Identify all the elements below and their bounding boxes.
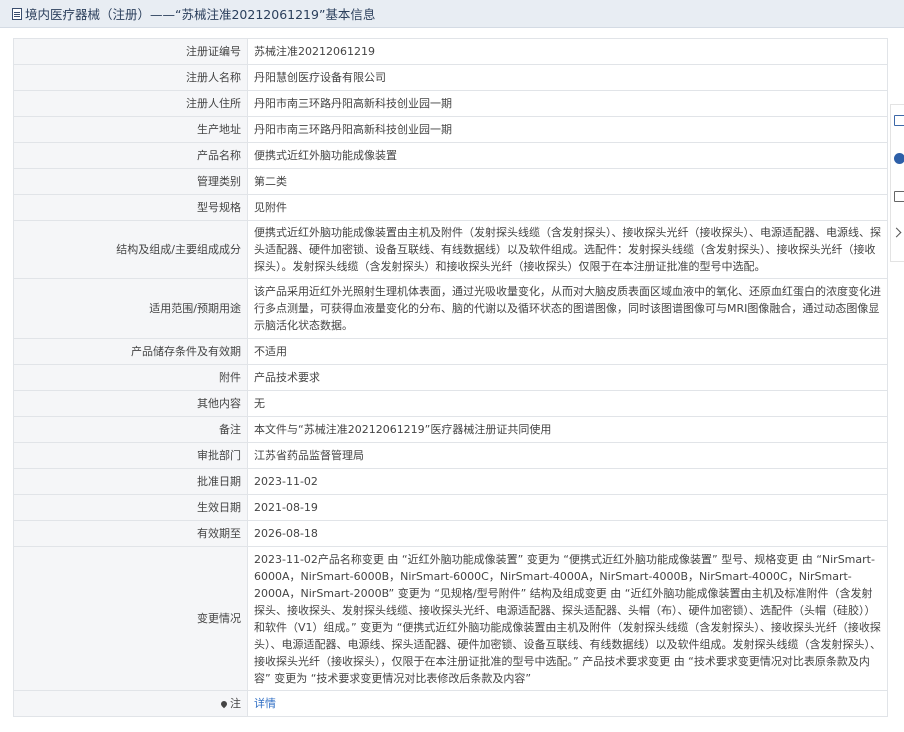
- row-label: 审批部门: [13, 442, 248, 469]
- edit-icon[interactable]: [894, 115, 904, 126]
- side-toolbar: [890, 104, 904, 262]
- row-value: 无: [247, 390, 888, 417]
- pin-icon: [219, 699, 229, 709]
- row-value: 丹阳慧创医疗设备有限公司: [247, 64, 888, 91]
- row-value: 2023-11-02产品名称变更 由 “近红外脑功能成像装置” 变更为 “便携式…: [247, 546, 888, 691]
- table-row: 注 详情: [13, 690, 888, 717]
- table-row: 其他内容 无: [13, 390, 888, 417]
- row-label: 注册人住所: [13, 90, 248, 117]
- table-row: 注册人住所 丹阳市南三环路丹阳高新科技创业园一期: [13, 90, 888, 117]
- table-row: 审批部门 江苏省药品监督管理局: [13, 442, 888, 469]
- row-value: 2021-08-19: [247, 494, 888, 521]
- table-row: 产品名称 便携式近红外脑功能成像装置: [13, 142, 888, 169]
- row-value: 便携式近红外脑功能成像装置: [247, 142, 888, 169]
- row-label: 适用范围/预期用途: [13, 278, 248, 339]
- table-row: 结构及组成/主要组成成分 便携式近红外脑功能成像装置由主机及附件（发射探头线缆（…: [13, 220, 888, 279]
- row-label: 有效期至: [13, 520, 248, 547]
- row-label: 变更情况: [13, 546, 248, 691]
- table-row: 附件 产品技术要求: [13, 364, 888, 391]
- row-label: 注册人名称: [13, 64, 248, 91]
- table-row: 生效日期 2021-08-19: [13, 494, 888, 521]
- row-label: 产品储存条件及有效期: [13, 338, 248, 365]
- row-label: 附件: [13, 364, 248, 391]
- table-row: 有效期至 2026-08-18: [13, 520, 888, 547]
- row-label: 产品名称: [13, 142, 248, 169]
- row-value: 该产品采用近红外光照射生理机体表面，通过光吸收量变化，从而对大脑皮质表面区域血液…: [247, 278, 888, 339]
- detail-table-container: 注册证编号 苏械注准20212061219 注册人名称 丹阳慧创医疗设备有限公司…: [13, 38, 888, 717]
- row-label: 结构及组成/主要组成成分: [13, 220, 248, 279]
- row-label: 其他内容: [13, 390, 248, 417]
- collapse-icon[interactable]: [891, 227, 902, 238]
- table-row: 型号规格 见附件: [13, 194, 888, 221]
- table-row: 变更情况 2023-11-02产品名称变更 由 “近红外脑功能成像装置” 变更为…: [13, 546, 888, 691]
- row-label: 批准日期: [13, 468, 248, 495]
- table-row: 批准日期 2023-11-02: [13, 468, 888, 495]
- row-value: 产品技术要求: [247, 364, 888, 391]
- document-icon: [12, 7, 22, 20]
- row-value: 2026-08-18: [247, 520, 888, 547]
- copy-icon[interactable]: [894, 191, 904, 202]
- table-row: 产品储存条件及有效期 不适用: [13, 338, 888, 365]
- row-value: 江苏省药品监督管理局: [247, 442, 888, 469]
- help-icon[interactable]: [894, 153, 904, 164]
- table-row: 适用范围/预期用途 该产品采用近红外光照射生理机体表面，通过光吸收量变化，从而对…: [13, 278, 888, 339]
- row-label: 生产地址: [13, 116, 248, 143]
- row-label: 备注: [13, 416, 248, 443]
- row-value: 见附件: [247, 194, 888, 221]
- row-value: 苏械注准20212061219: [247, 38, 888, 65]
- row-label: 管理类别: [13, 168, 248, 195]
- row-value: 丹阳市南三环路丹阳高新科技创业园一期: [247, 90, 888, 117]
- page-title-bar: 境内医疗器械（注册）——“苏械注准20212061219”基本信息: [0, 0, 904, 28]
- row-value: 丹阳市南三环路丹阳高新科技创业园一期: [247, 116, 888, 143]
- row-label: 型号规格: [13, 194, 248, 221]
- details-link[interactable]: 详情: [254, 697, 276, 710]
- row-label: 生效日期: [13, 494, 248, 521]
- row-value: 便携式近红外脑功能成像装置由主机及附件（发射探头线缆（含发射探头）、接收探头光纤…: [247, 220, 888, 279]
- detail-table: 注册证编号 苏械注准20212061219 注册人名称 丹阳慧创医疗设备有限公司…: [13, 38, 888, 717]
- row-value: 本文件与“苏械注准20212061219”医疗器械注册证共同使用: [247, 416, 888, 443]
- table-row: 管理类别 第二类: [13, 168, 888, 195]
- table-row: 备注 本文件与“苏械注准20212061219”医疗器械注册证共同使用: [13, 416, 888, 443]
- row-value: 不适用: [247, 338, 888, 365]
- row-value: 2023-11-02: [247, 468, 888, 495]
- page-title: 境内医疗器械（注册）——“苏械注准20212061219”基本信息: [25, 7, 376, 22]
- row-label: 注册证编号: [13, 38, 248, 65]
- table-row: 注册证编号 苏械注准20212061219: [13, 38, 888, 65]
- table-row: 注册人名称 丹阳慧创医疗设备有限公司: [13, 64, 888, 91]
- row-value: 第二类: [247, 168, 888, 195]
- note-value-cell: 详情: [247, 690, 888, 717]
- note-label-cell: 注: [13, 690, 248, 717]
- table-row: 生产地址 丹阳市南三环路丹阳高新科技创业园一期: [13, 116, 888, 143]
- note-label: 注: [230, 697, 241, 710]
